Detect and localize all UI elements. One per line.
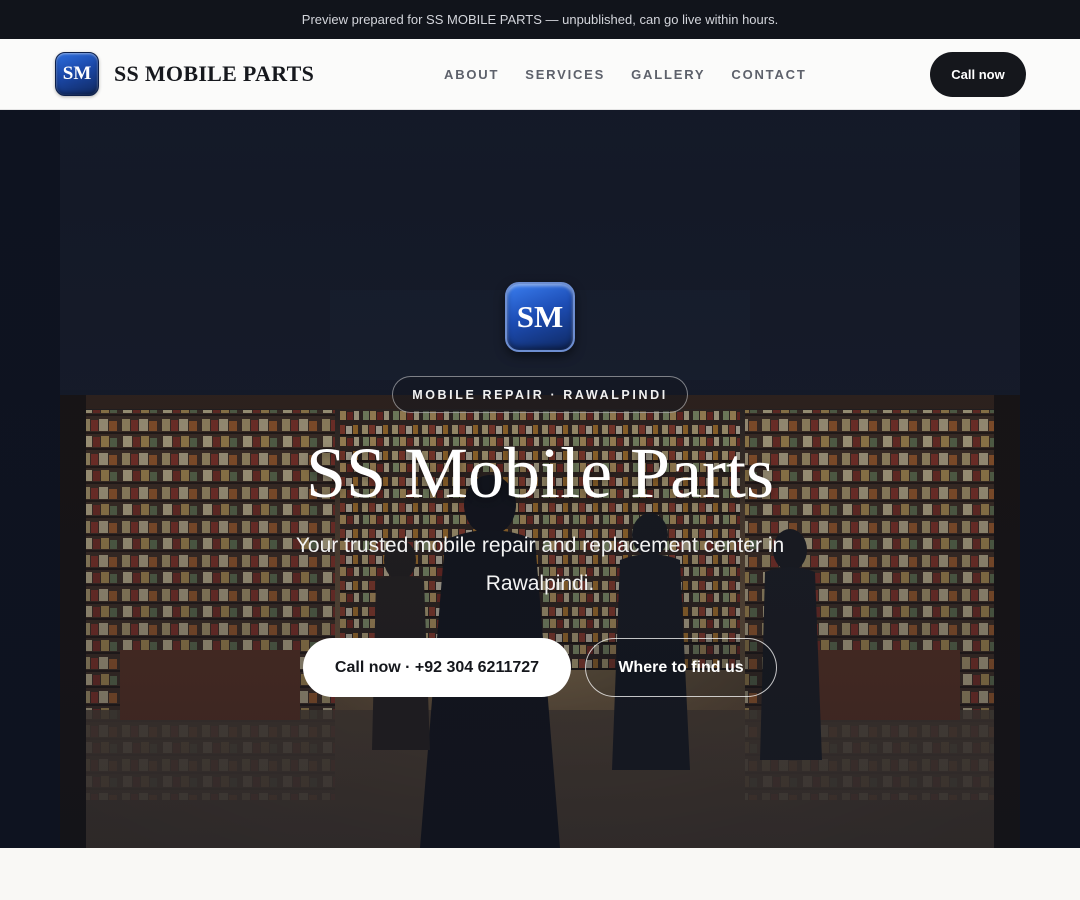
hero-logo-badge: SM [505, 282, 575, 352]
nav-about[interactable]: ABOUT [444, 67, 499, 82]
hero-content: SM MOBILE REPAIR · RAWALPINDI SS Mobile … [0, 110, 1080, 848]
hero-tagline: MOBILE REPAIR · RAWALPINDI [392, 376, 688, 413]
nav-services[interactable]: SERVICES [525, 67, 605, 82]
hero-logo-text: SM [516, 299, 564, 334]
hero-title: SS Mobile Parts [305, 433, 775, 513]
call-phone-button[interactable]: Call now · +92 304 6211727 [303, 638, 571, 697]
call-now-button[interactable]: Call now [930, 52, 1026, 97]
nav-gallery[interactable]: GALLERY [631, 67, 705, 82]
brand-name: SS MOBILE PARTS [114, 61, 315, 86]
preview-banner-text: Preview prepared for SS MOBILE PARTS — u… [301, 12, 779, 27]
hero-subtitle: Your trusted mobile repair and replaceme… [295, 534, 785, 595]
brand-link[interactable]: SM SS MOBILE PARTS [55, 52, 314, 96]
logo-text: SM [62, 63, 92, 84]
logo-badge: SM [55, 52, 99, 96]
site-header: SM SS MOBILE PARTS ABOUT SERVICES GALLER… [0, 39, 1080, 110]
nav-contact[interactable]: CONTACT [731, 67, 806, 82]
find-us-button[interactable]: Where to find us [585, 638, 777, 697]
main-nav: ABOUT SERVICES GALLERY CONTACT [444, 39, 833, 109]
hero-actions: Call now · +92 304 6211727 Where to find… [303, 638, 777, 697]
preview-banner: Preview prepared for SS MOBILE PARTS — u… [0, 0, 1080, 39]
hero-section: SM MOBILE REPAIR · RAWALPINDI SS Mobile … [0, 110, 1080, 848]
